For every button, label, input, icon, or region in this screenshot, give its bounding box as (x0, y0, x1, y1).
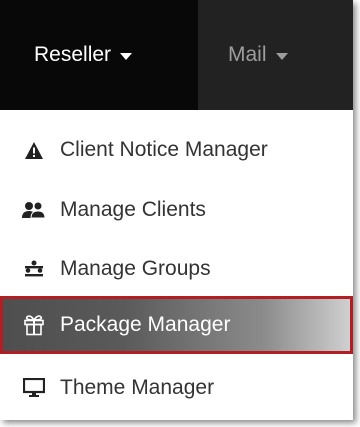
users-icon (22, 198, 46, 222)
menu-item-label: Manage Clients (60, 198, 206, 221)
menu-item-client-notice-manager[interactable]: Client Notice Manager (0, 121, 353, 179)
menu-item-label: Theme Manager (60, 376, 215, 399)
menu-item-manage-clients[interactable]: Manage Clients (0, 181, 353, 239)
menu-item-label: Manage Groups (60, 257, 211, 280)
menu-item-theme-manager[interactable]: Theme Manager (0, 359, 353, 417)
caret-down-icon (120, 52, 133, 60)
menu-item-manage-groups[interactable]: Manage Groups (0, 240, 353, 298)
reseller-dropdown-toggle[interactable]: Reseller (0, 0, 198, 110)
mail-dropdown-toggle[interactable]: Mail (198, 0, 353, 110)
reseller-label: Reseller (34, 43, 112, 66)
warning-icon (22, 138, 46, 162)
top-navbar: Reseller Mail (0, 0, 353, 110)
groups-icon (22, 257, 46, 281)
caret-down-icon (275, 52, 288, 60)
gift-icon (22, 313, 46, 337)
menu-item-label: Package Manager (60, 313, 231, 336)
screenshot-frame: Reseller Mail Client Notice Manager Mana… (0, 0, 353, 420)
menu-item-package-manager[interactable]: Package Manager (0, 296, 353, 354)
mail-label: Mail (228, 43, 267, 66)
reseller-dropdown-menu: Client Notice Manager Manage Clients Man… (0, 110, 353, 420)
monitor-icon (22, 376, 46, 400)
menu-item-label: Client Notice Manager (60, 138, 268, 161)
